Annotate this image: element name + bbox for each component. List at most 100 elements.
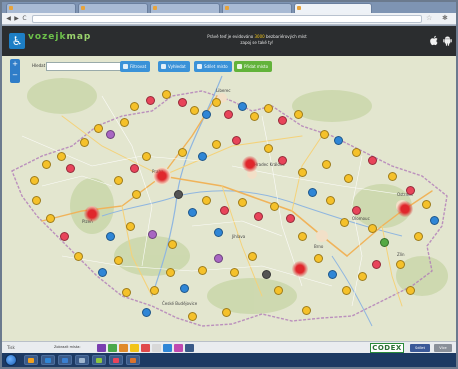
zoom-in-button[interactable]: + — [10, 59, 20, 70]
place-marker[interactable] — [214, 254, 223, 263]
place-marker[interactable] — [202, 110, 211, 119]
place-marker[interactable] — [334, 136, 343, 145]
place-marker[interactable] — [388, 172, 397, 181]
place-marker[interactable] — [30, 176, 39, 185]
place-marker[interactable] — [178, 148, 187, 157]
place-marker[interactable] — [126, 222, 135, 231]
place-marker[interactable] — [94, 124, 103, 133]
place-marker[interactable] — [232, 136, 241, 145]
place-marker[interactable] — [298, 232, 307, 241]
place-marker[interactable] — [358, 272, 367, 281]
place-marker[interactable] — [106, 130, 115, 139]
place-marker[interactable] — [130, 102, 139, 111]
category-filter-button[interactable] — [108, 344, 117, 352]
place-marker[interactable] — [142, 152, 151, 161]
category-filter-button[interactable] — [141, 344, 150, 352]
place-marker[interactable] — [320, 130, 329, 139]
search-button[interactable]: Vyhledat — [158, 61, 190, 72]
place-marker[interactable] — [42, 160, 51, 169]
place-marker[interactable] — [278, 116, 287, 125]
place-marker[interactable] — [174, 190, 183, 199]
place-marker[interactable] — [308, 188, 317, 197]
place-marker[interactable] — [212, 98, 221, 107]
place-marker[interactable] — [328, 270, 337, 279]
place-marker[interactable] — [188, 208, 197, 217]
settings-wrench-icon[interactable]: ✱ — [442, 14, 448, 22]
place-marker[interactable] — [314, 254, 323, 263]
place-marker[interactable] — [150, 286, 159, 295]
place-marker[interactable] — [278, 156, 287, 165]
place-marker[interactable] — [198, 266, 207, 275]
browser-tab[interactable] — [78, 3, 148, 13]
place-marker[interactable] — [254, 212, 263, 221]
place-marker[interactable] — [120, 118, 129, 127]
hotspot-cluster[interactable] — [84, 206, 100, 222]
place-marker[interactable] — [180, 284, 189, 293]
place-marker[interactable] — [238, 102, 247, 111]
back-button[interactable]: ◀ — [5, 15, 12, 22]
place-marker[interactable] — [302, 306, 311, 315]
taskbar-app-button[interactable] — [24, 355, 38, 365]
place-marker[interactable] — [326, 196, 335, 205]
place-marker[interactable] — [142, 308, 151, 317]
place-marker[interactable] — [130, 164, 139, 173]
place-marker[interactable] — [414, 232, 423, 241]
filter-button[interactable]: Filtrovat — [120, 61, 151, 72]
browser-tab[interactable] — [6, 3, 76, 13]
category-filter-button[interactable] — [152, 344, 161, 352]
apple-icon[interactable] — [430, 35, 439, 46]
place-marker[interactable] — [214, 228, 223, 237]
taskbar-app-button[interactable] — [41, 355, 55, 365]
category-filter-button[interactable] — [174, 344, 183, 352]
place-marker[interactable] — [98, 268, 107, 277]
hotspot-cluster[interactable] — [397, 201, 413, 217]
place-marker[interactable] — [406, 186, 415, 195]
zoom-control[interactable]: + − — [10, 59, 20, 83]
place-marker[interactable] — [168, 240, 177, 249]
place-marker[interactable] — [114, 256, 123, 265]
category-filter-button[interactable] — [130, 344, 139, 352]
browser-tab-active[interactable] — [294, 3, 372, 13]
place-marker[interactable] — [122, 288, 131, 297]
start-button-icon[interactable] — [5, 354, 17, 366]
android-icon[interactable] — [443, 35, 452, 46]
category-filter-button[interactable] — [185, 344, 194, 352]
place-marker[interactable] — [74, 252, 83, 261]
more-button[interactable]: Více — [434, 344, 452, 352]
place-marker[interactable] — [202, 196, 211, 205]
reload-button[interactable]: C — [21, 15, 28, 22]
taskbar-app-button[interactable] — [92, 355, 106, 365]
taskbar-app-button[interactable] — [58, 355, 72, 365]
place-marker[interactable] — [380, 238, 389, 247]
taskbar-app-button[interactable] — [109, 355, 123, 365]
browser-tab[interactable] — [222, 3, 292, 13]
place-marker[interactable] — [114, 176, 123, 185]
url-field[interactable] — [32, 15, 422, 23]
place-marker[interactable] — [286, 214, 295, 223]
place-marker[interactable] — [220, 206, 229, 215]
map-canvas[interactable]: Liberec Praha Hradec Králové Plzeň Brno … — [2, 56, 456, 341]
category-filter-button[interactable] — [163, 344, 172, 352]
place-marker[interactable] — [198, 152, 207, 161]
place-marker[interactable] — [148, 230, 157, 239]
place-marker[interactable] — [238, 198, 247, 207]
place-marker[interactable] — [60, 232, 69, 241]
place-marker[interactable] — [344, 174, 353, 183]
place-marker[interactable] — [264, 144, 273, 153]
share-button[interactable]: Sdílet — [410, 344, 430, 352]
codex-partner-logo[interactable]: CODEX — [370, 343, 404, 353]
place-marker[interactable] — [248, 252, 257, 261]
place-marker[interactable] — [422, 200, 431, 209]
place-marker[interactable] — [222, 308, 231, 317]
place-marker[interactable] — [166, 268, 175, 277]
place-marker[interactable] — [406, 286, 415, 295]
place-marker[interactable] — [262, 270, 271, 279]
category-filter-button[interactable] — [97, 344, 106, 352]
add-place-button[interactable]: Přidat místo — [234, 61, 273, 72]
place-marker[interactable] — [352, 206, 361, 215]
place-marker[interactable] — [352, 148, 361, 157]
place-marker[interactable] — [57, 152, 66, 161]
place-marker[interactable] — [190, 106, 199, 115]
place-marker[interactable] — [230, 268, 239, 277]
place-marker[interactable] — [132, 190, 141, 199]
